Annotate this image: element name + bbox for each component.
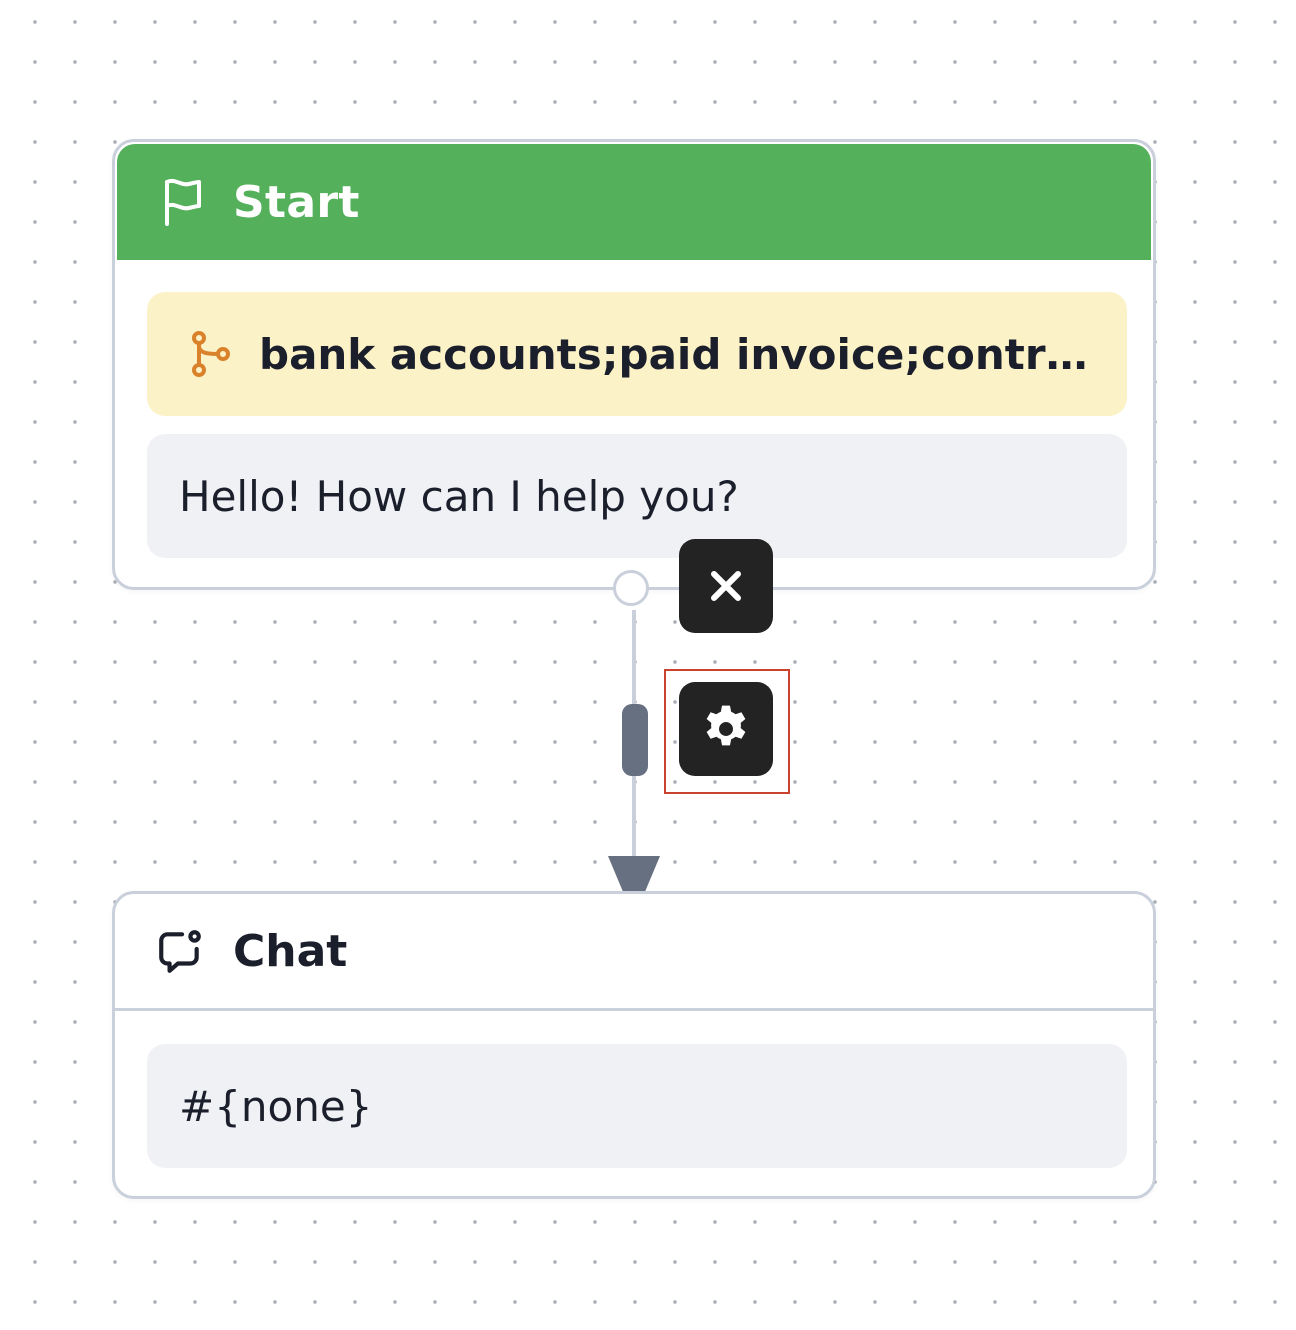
delete-edge-button[interactable] bbox=[679, 539, 773, 633]
start-message[interactable]: Hello! How can I help you? bbox=[147, 434, 1127, 558]
start-message-text: Hello! How can I help you? bbox=[179, 471, 739, 521]
chat-message[interactable]: #{none} bbox=[147, 1044, 1127, 1168]
source-handle[interactable] bbox=[613, 570, 649, 606]
start-condition[interactable]: bank accounts;paid invoice;contra... bbox=[147, 292, 1127, 416]
git-branch-icon bbox=[187, 330, 231, 378]
message-circle-icon bbox=[155, 926, 205, 976]
start-node-header: Start bbox=[117, 144, 1151, 260]
chat-message-text: #{none} bbox=[179, 1081, 373, 1131]
edge-drag-handle[interactable] bbox=[622, 704, 648, 776]
chat-node[interactable]: Chat #{none} bbox=[112, 891, 1156, 1199]
close-icon bbox=[706, 566, 746, 606]
condition-text: bank accounts;paid invoice;contra... bbox=[259, 329, 1089, 379]
flag-icon bbox=[159, 176, 207, 228]
edge-settings-button[interactable] bbox=[679, 682, 773, 776]
start-node[interactable]: Start bank accounts;paid invoice;contra.… bbox=[112, 139, 1156, 590]
chat-node-title: Chat bbox=[233, 925, 348, 977]
chat-node-header: Chat bbox=[115, 894, 1153, 1011]
gear-icon bbox=[698, 701, 754, 757]
start-node-title: Start bbox=[233, 176, 360, 228]
